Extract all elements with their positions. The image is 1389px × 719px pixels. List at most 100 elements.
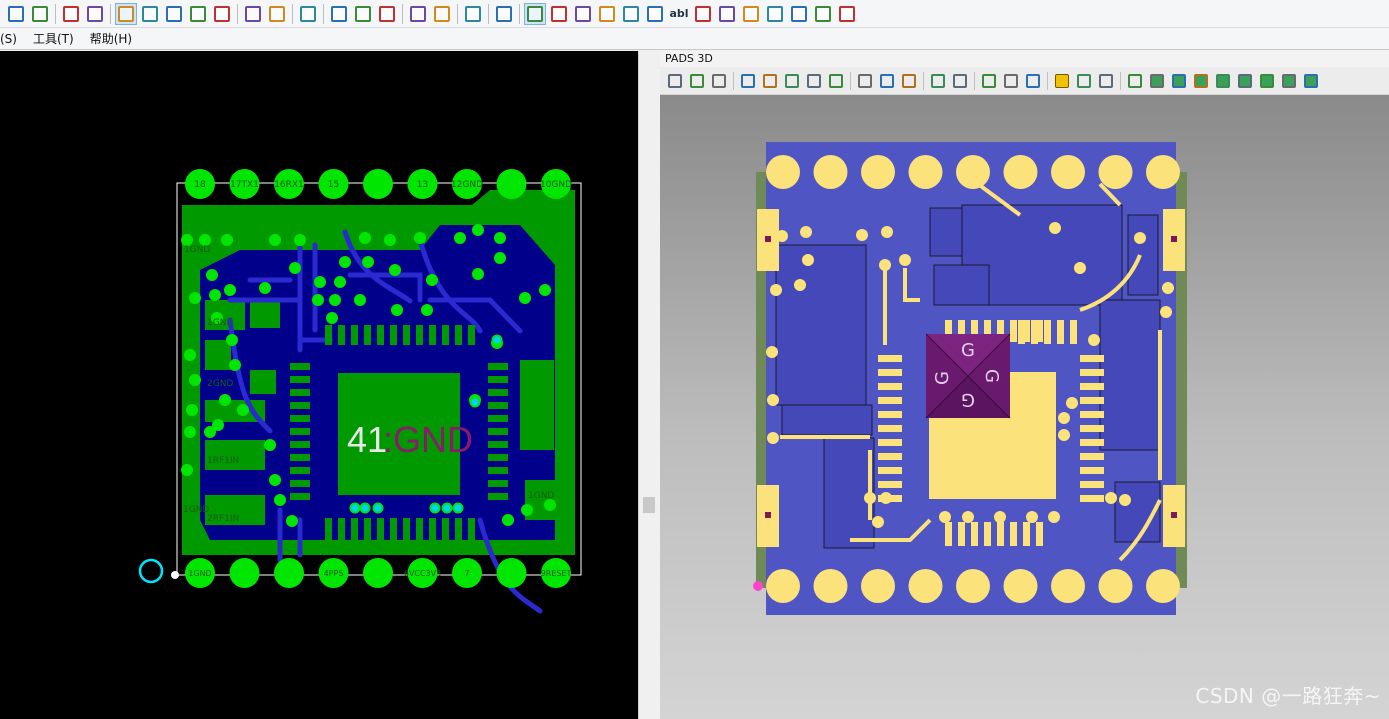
paste-button[interactable]	[84, 3, 106, 25]
pin-3d-bottom[interactable]	[766, 569, 800, 603]
warning-button[interactable]	[1052, 71, 1072, 91]
menu-setup[interactable]: (S)	[0, 28, 25, 50]
origin-marker[interactable]	[138, 558, 164, 584]
redo-button[interactable]	[266, 3, 288, 25]
layer-view-button[interactable]	[115, 2, 137, 25]
pin-3d-top[interactable]	[1098, 155, 1133, 189]
iso-view-button[interactable]	[1147, 71, 1167, 91]
front-view-button[interactable]	[1191, 71, 1211, 91]
drc-button[interactable]	[462, 3, 484, 25]
brush-button[interactable]	[376, 3, 398, 25]
via-3d	[899, 254, 911, 266]
select-arrow-button[interactable]	[524, 2, 546, 25]
top-pin-pad[interactable]	[496, 169, 527, 199]
pin-3d-top[interactable]	[1146, 155, 1180, 189]
fanout-button[interactable]	[211, 3, 233, 25]
add-trace-button[interactable]	[572, 3, 594, 25]
design-toolbar-button[interactable]	[493, 3, 515, 25]
component-button[interactable]	[764, 3, 786, 25]
clearance-button[interactable]	[1023, 71, 1043, 91]
pcb-layout-canvas[interactable]: 41:GND 18 17TX1 16RX1 15 13 12GND 10GND 1GND 4PPS…	[0, 51, 638, 719]
back-view-button[interactable]	[1257, 71, 1277, 91]
copy-button[interactable]	[60, 3, 82, 25]
add-copper-button[interactable]	[596, 3, 618, 25]
hide-button[interactable]	[826, 71, 846, 91]
pin-3d-bottom[interactable]	[908, 569, 943, 603]
pencil-button[interactable]	[979, 71, 999, 91]
pin-3d-bottom[interactable]	[956, 569, 990, 603]
settings-button[interactable]	[812, 3, 834, 25]
component-3d	[933, 264, 990, 306]
align-button[interactable]	[877, 71, 897, 91]
trace-button[interactable]	[139, 3, 161, 25]
report-button[interactable]	[1074, 71, 1094, 91]
no-entry-button[interactable]	[644, 3, 666, 25]
pin-3d-top[interactable]	[956, 155, 990, 189]
bottom-pin-label: 4PPS	[324, 569, 344, 578]
via	[414, 232, 426, 244]
export-button[interactable]	[1096, 71, 1116, 91]
pin-3d-top[interactable]	[861, 155, 895, 189]
top-view-button[interactable]	[1169, 71, 1189, 91]
menu-tools[interactable]: 工具(T)	[25, 28, 82, 50]
print-preview-button[interactable]	[950, 71, 970, 91]
route-button[interactable]	[187, 3, 209, 25]
view-3d-button[interactable]	[328, 3, 350, 25]
plane-button[interactable]	[163, 3, 185, 25]
bottom-view-button[interactable]	[1235, 71, 1255, 91]
add-part-button[interactable]	[692, 3, 714, 25]
pan-button[interactable]	[738, 71, 758, 91]
move-button[interactable]	[855, 71, 875, 91]
rotate-left-button[interactable]	[687, 71, 707, 91]
pin-3d-top[interactable]	[766, 155, 800, 189]
bottom-pin-pad[interactable]	[496, 558, 527, 588]
bottom-pin-pad[interactable]	[363, 558, 393, 588]
list-button[interactable]	[836, 3, 858, 25]
save-view-button[interactable]	[760, 71, 780, 91]
highlight-button[interactable]	[352, 3, 374, 25]
pin-3d-top[interactable]	[1051, 155, 1085, 189]
pin-3d-bottom[interactable]	[1051, 569, 1085, 603]
measure-button[interactable]	[899, 71, 919, 91]
pcb-drawing[interactable]: 41:GND 18 17TX1 16RX1 15 13 12GND 10GND 1GND 4PPS…	[0, 51, 638, 719]
pin-3d-bottom[interactable]	[1146, 569, 1180, 603]
top-pin-pad[interactable]	[363, 169, 393, 199]
pin-3d-top[interactable]	[813, 155, 848, 189]
flag-button[interactable]	[740, 3, 762, 25]
pin-3d-bottom[interactable]	[813, 569, 848, 603]
undo-button[interactable]	[242, 3, 264, 25]
pin-3d-bottom[interactable]	[1003, 569, 1038, 603]
camera-button[interactable]	[804, 71, 824, 91]
rotate-right-button[interactable]	[709, 71, 729, 91]
window-button[interactable]	[431, 3, 453, 25]
pane-splitter[interactable]	[638, 51, 660, 719]
splitter-grip[interactable]	[643, 497, 655, 513]
report-button[interactable]	[407, 3, 429, 25]
refresh-button[interactable]	[29, 3, 51, 25]
bottom-pin-pad[interactable]	[274, 558, 304, 588]
find-button[interactable]	[928, 71, 948, 91]
properties-button[interactable]	[5, 3, 27, 25]
pin-3d-bottom[interactable]	[861, 569, 895, 603]
right-view-button[interactable]	[1213, 71, 1233, 91]
board-3d-render[interactable]: GG GG	[660, 95, 1389, 719]
dimension-button[interactable]	[1001, 71, 1021, 91]
add-drafting-button[interactable]	[620, 3, 642, 25]
pin-3d-top[interactable]	[908, 155, 943, 189]
add-text-button[interactable]: abl	[668, 3, 690, 25]
select-pin-button[interactable]	[548, 3, 570, 25]
book-button[interactable]	[716, 3, 738, 25]
hand-button[interactable]	[665, 71, 685, 91]
settings-button[interactable]	[1125, 71, 1145, 91]
fit-view-button[interactable]	[1301, 71, 1321, 91]
zoom-button[interactable]	[297, 3, 319, 25]
via-3d	[1074, 262, 1086, 274]
print-button[interactable]	[782, 71, 802, 91]
pads-3d-viewport[interactable]: GGGG	[660, 95, 1389, 719]
cut-button[interactable]	[788, 3, 810, 25]
pin-3d-top[interactable]	[1003, 155, 1038, 189]
left-view-button[interactable]	[1279, 71, 1299, 91]
bottom-pin-pad[interactable]	[229, 558, 260, 588]
pin-3d-bottom[interactable]	[1098, 569, 1133, 603]
menu-help[interactable]: 帮助(H)	[82, 28, 140, 50]
